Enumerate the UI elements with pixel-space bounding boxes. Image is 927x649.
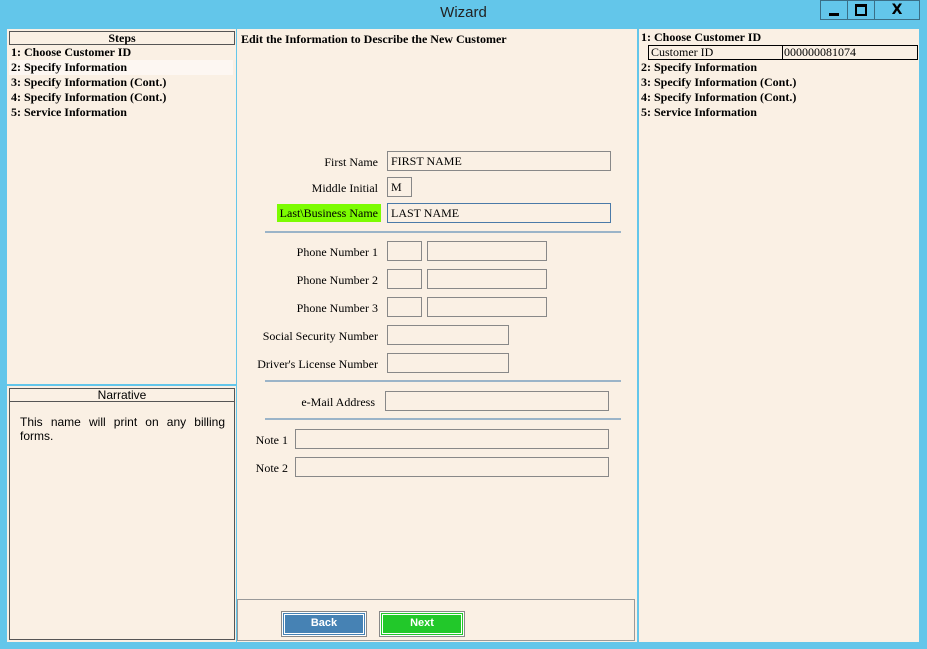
maximize-icon [855,4,867,16]
last-business-name-field[interactable]: LAST NAME [387,203,611,223]
phone-3-number-field[interactable] [427,297,547,317]
step-item-specify-information-cont-2[interactable]: 4: Specify Information (Cont.) [11,90,166,105]
narrative-panel: Narrative This name will print on any bi… [7,386,236,642]
title-bar[interactable]: Wizard X [0,0,927,28]
customer-form: Edit the Information to Describe the New… [237,29,637,642]
steps-panel: Steps 1: Choose Customer ID 2: Specify I… [7,29,236,384]
first-name-label: First Name [324,155,378,169]
middle-initial-field[interactable]: M [387,177,412,197]
form-title: Edit the Information to Describe the New… [241,32,507,46]
separator [265,231,621,233]
drivers-license-label: Driver's License Number [257,357,378,371]
phone-2-number-field[interactable] [427,269,547,289]
customer-id-grid: Customer ID 000000081074 [648,45,918,60]
summary-panel: 1: Choose Customer ID Customer ID 000000… [639,29,919,642]
separator [265,380,621,382]
ssn-label: Social Security Number [262,329,378,343]
note-2-field[interactable] [295,457,609,477]
wizard-window: Wizard X Steps 1: Choose Customer ID 2: … [0,0,927,649]
ssn-field[interactable] [387,325,509,345]
last-business-name-label: Last\Business Name [276,204,381,222]
phone-3-area-code-field[interactable] [387,297,422,317]
summary-step-5: 5: Service Information [641,105,757,119]
phone-number-2-label: Phone Number 2 [296,273,378,287]
middle-initial-label: Middle Initial [311,181,378,195]
step-item-choose-customer-id[interactable]: 1: Choose Customer ID [11,45,131,60]
summary-step-4: 4: Specify Information (Cont.) [641,90,797,104]
summary-step-3: 3: Specify Information (Cont.) [641,75,797,89]
next-button[interactable]: Next [379,611,465,637]
summary-step-2: 2: Specify Information [641,60,757,74]
back-button[interactable]: Back [281,611,367,637]
close-button[interactable]: X [874,0,920,20]
window-title: Wizard [440,4,487,21]
minimize-icon [829,12,839,16]
step-item-specify-information-cont-1[interactable]: 3: Specify Information (Cont.) [11,75,166,90]
customer-id-label: Customer ID [649,46,783,59]
summary-step-1: 1: Choose Customer ID [641,30,762,44]
phone-1-area-code-field[interactable] [387,241,422,261]
email-field[interactable] [385,391,609,411]
note-1-label: Note 1 [255,433,288,447]
narrative-text: This name will print on any billing form… [20,415,225,443]
narrative-header: Narrative [9,388,235,402]
minimize-button[interactable] [820,0,848,20]
steps-header: Steps [9,31,235,45]
phone-1-number-field[interactable] [427,241,547,261]
button-bar: Back Next [237,599,635,641]
customer-id-value: 000000081074 [784,45,856,59]
phone-number-3-label: Phone Number 3 [296,301,378,315]
narrative-box: This name will print on any billing form… [9,401,235,640]
email-label: e-Mail Address [301,395,375,409]
step-item-specify-information[interactable]: 2: Specify Information [9,60,233,75]
note-2-label: Note 2 [255,461,288,475]
step-item-service-information[interactable]: 5: Service Information [11,105,127,120]
phone-2-area-code-field[interactable] [387,269,422,289]
separator [265,418,621,420]
maximize-button[interactable] [847,0,875,20]
phone-number-1-label: Phone Number 1 [296,245,378,259]
close-icon: X [891,2,903,18]
first-name-field[interactable]: FIRST NAME [387,151,611,171]
note-1-field[interactable] [295,429,609,449]
drivers-license-field[interactable] [387,353,509,373]
